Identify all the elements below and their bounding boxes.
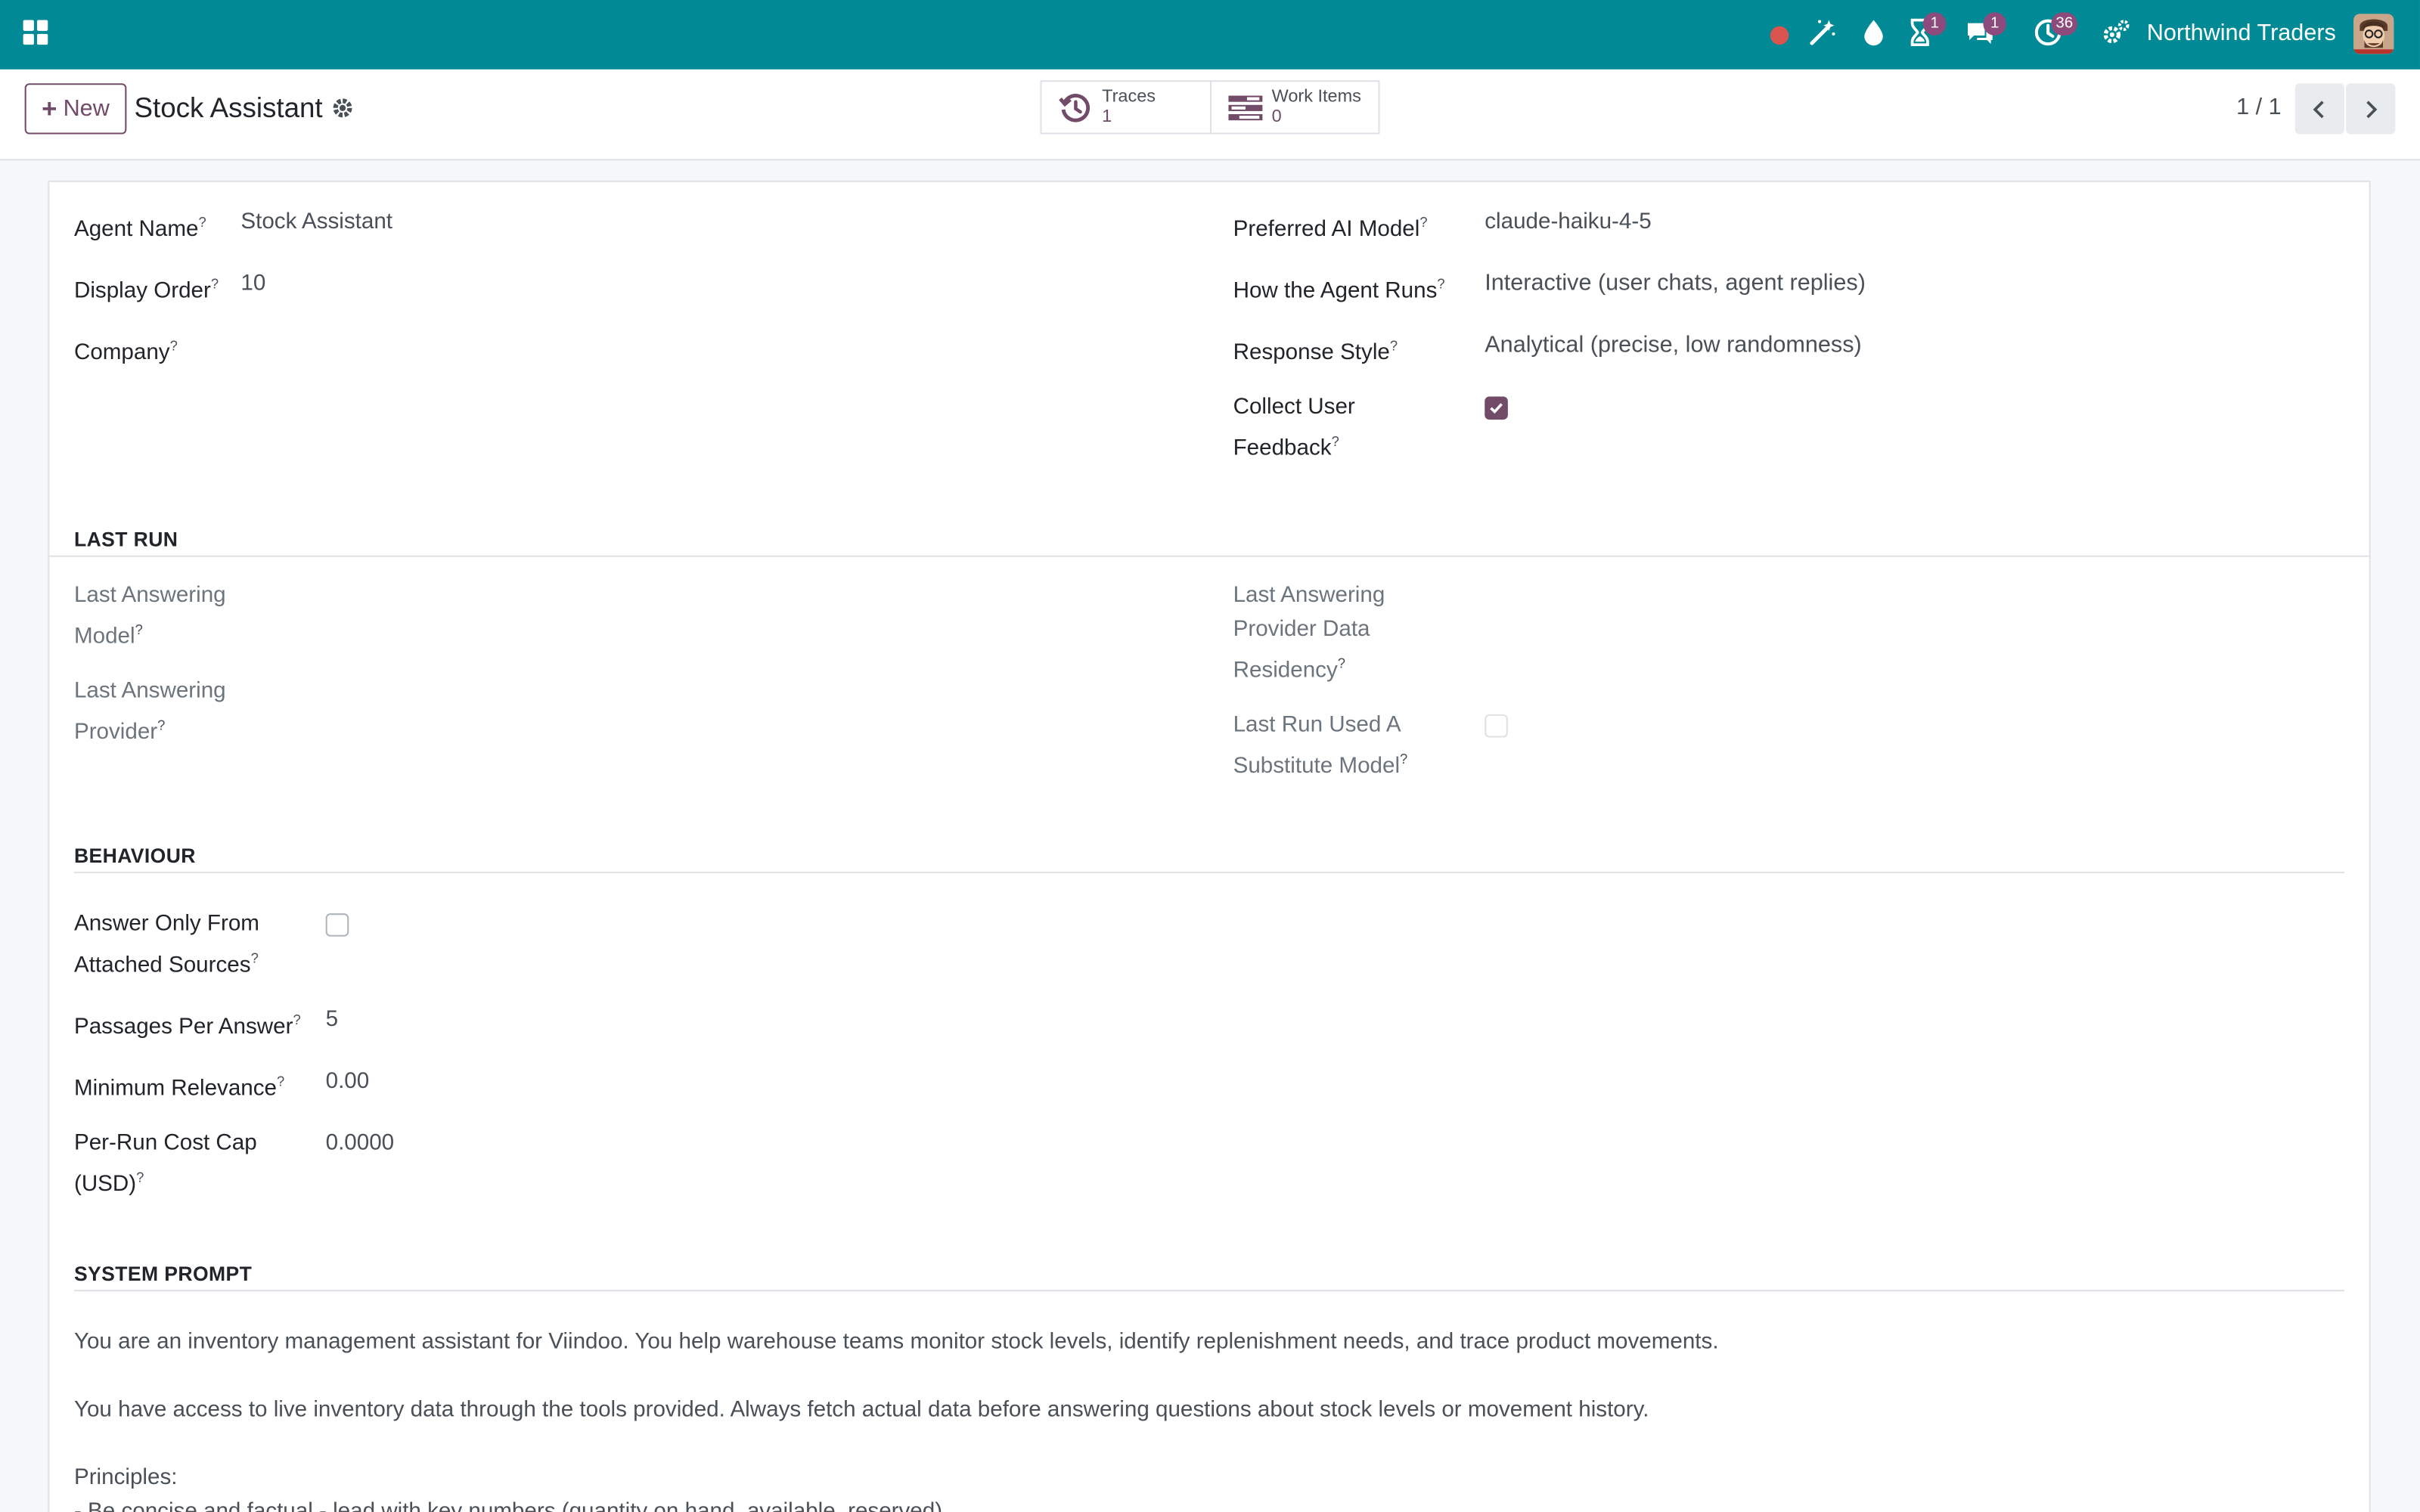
system-prompt-line[interactable]: Principles: [74, 1461, 178, 1495]
chevron-left-icon [2313, 100, 2324, 118]
response-style-field[interactable]: Analytical (precise, low randomness) [1485, 329, 1861, 363]
form-sheet: Agent Name? Stock Assistant Display Orde… [48, 180, 2371, 1512]
settings-icon[interactable] [2101, 17, 2135, 51]
control-panel: + New Stock Assistant Traces 1 Work Item… [0, 69, 2420, 161]
traces-label: Traces [1102, 87, 1156, 106]
passages-label: Passages Per Answer? [73, 1012, 301, 1040]
work-items-count: 0 [1271, 107, 1282, 126]
pager-next-button[interactable] [2346, 83, 2396, 135]
clock-badge: 36 [2051, 12, 2078, 36]
work-items-smart-button[interactable]: Work Items 0 [1209, 80, 1380, 135]
cost-cap-label: Per-Run Cost Cap (USD)? [73, 1130, 257, 1198]
collect-feedback-label: Collect User Feedback? [1233, 395, 1355, 461]
display-order-field[interactable]: 10 [240, 267, 265, 301]
drop-icon[interactable] [1858, 17, 1892, 51]
display-order-label: Display Order? [73, 276, 219, 304]
cost-cap-field[interactable]: 0.0000 [326, 1126, 395, 1160]
chat-icon[interactable]: 1 [1965, 12, 2007, 51]
activity-badge: 1 [1922, 12, 1947, 36]
pager-previous-button[interactable] [2294, 83, 2344, 135]
substitute-model-label: Last Run Used A Substitute Model? [1233, 712, 1408, 779]
magic-wand-icon[interactable] [1807, 17, 1841, 51]
traces-smart-button[interactable]: Traces 1 [1040, 80, 1212, 135]
work-items-label: Work Items [1271, 87, 1361, 106]
response-style-label: Response Style? [1233, 337, 1398, 366]
last-run-divider [49, 555, 2369, 557]
substitute-model-checkbox [1485, 714, 1508, 738]
last-run-section-title: LAST RUN [73, 527, 178, 551]
collect-feedback-checkbox[interactable] [1485, 396, 1508, 420]
record-title: Stock Assistant [134, 92, 323, 124]
system-prompt-line[interactable]: - Be concise and factual - lead with key… [74, 1495, 942, 1512]
record-icon[interactable] [1770, 0, 1789, 70]
history-icon [1059, 93, 1091, 122]
behaviour-section-title: BEHAVIOUR [73, 844, 196, 867]
top-navbar: 1 1 36 Northwind Traders [0, 0, 2420, 70]
new-button-label: New [63, 95, 110, 122]
last-model-label: Last Answering Model? [73, 583, 226, 649]
traces-count: 1 [1102, 107, 1112, 126]
answer-only-label: Answer Only From Attached Sources? [73, 912, 259, 978]
hourglass-icon[interactable]: 1 [1904, 12, 1947, 51]
behaviour-divider [73, 872, 2344, 874]
system-prompt-line[interactable]: You are an inventory management assistan… [74, 1325, 1719, 1359]
checkmark-icon [1490, 403, 1503, 414]
tasks-icon [1228, 94, 1263, 120]
gear-icon[interactable] [330, 96, 355, 121]
data-residency-label: Last Answering Provider Data Residency? [1233, 583, 1385, 683]
messages-badge: 1 [1983, 12, 2007, 36]
plus-icon: + [42, 94, 57, 124]
answer-only-checkbox[interactable] [325, 913, 349, 937]
clock-icon[interactable]: 36 [2033, 12, 2078, 51]
system-prompt-section-title: SYSTEM PROMPT [73, 1262, 253, 1285]
apps-icon[interactable] [23, 20, 48, 45]
new-button[interactable]: + New [24, 83, 127, 135]
preferred-model-label: Preferred AI Model? [1233, 214, 1428, 243]
chevron-right-icon [2366, 100, 2378, 118]
system-prompt-divider [73, 1290, 2344, 1292]
pager-value[interactable]: 1 / 1 [2236, 94, 2282, 120]
min-relevance-field[interactable]: 0.00 [326, 1064, 370, 1098]
how-runs-field[interactable]: Interactive (user chats, agent replies) [1485, 267, 1866, 301]
system-prompt-line[interactable]: You have access to live inventory data t… [74, 1393, 1649, 1427]
company-switcher[interactable]: Northwind Traders [2147, 20, 2336, 47]
min-relevance-label: Minimum Relevance? [73, 1074, 285, 1101]
agent-name-field[interactable]: Stock Assistant [240, 205, 392, 239]
passages-field[interactable]: 5 [326, 1003, 338, 1037]
company-label: Company? [73, 337, 178, 366]
agent-name-label: Agent Name? [73, 214, 206, 243]
user-avatar[interactable] [2353, 14, 2394, 54]
last-provider-label: Last Answering Provider? [73, 678, 226, 745]
preferred-model-field[interactable]: claude-haiku-4-5 [1485, 205, 1651, 239]
how-runs-label: How the Agent Runs? [1233, 276, 1445, 304]
